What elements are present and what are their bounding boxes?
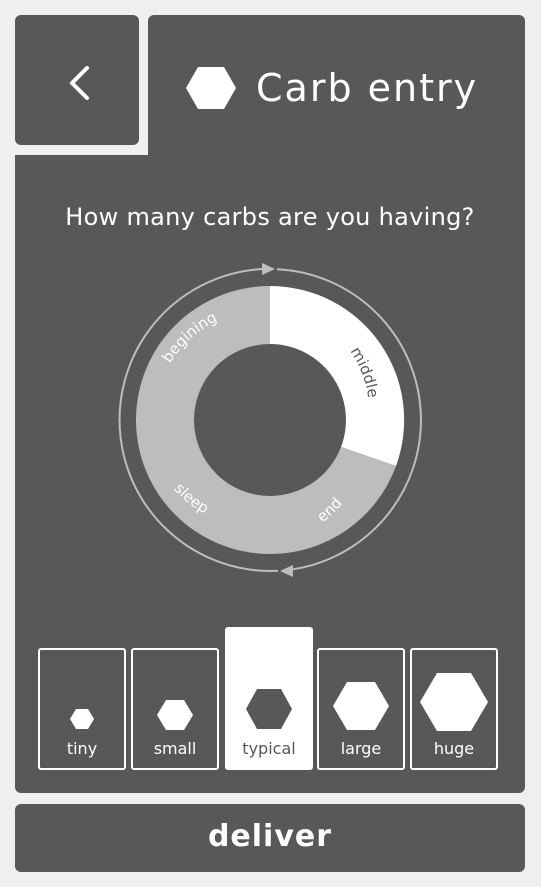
- hexagon-icon: [186, 67, 236, 109]
- size-button-small[interactable]: small: [131, 648, 219, 770]
- hexagon-icon: [420, 673, 488, 731]
- main-panel: How many carbs are you having? begining …: [15, 155, 525, 793]
- hexagon-icon: [246, 689, 292, 729]
- ring-arrow-bottom: [280, 565, 293, 577]
- hexagon-icon: [157, 700, 193, 730]
- size-label: typical: [242, 739, 296, 758]
- hexagon-icon: [333, 682, 389, 730]
- size-button-large[interactable]: large: [317, 648, 405, 770]
- size-button-typical[interactable]: typical: [225, 627, 313, 770]
- deliver-label: deliver: [207, 819, 333, 854]
- hexagon-icon: [70, 709, 94, 729]
- size-label: huge: [433, 739, 475, 758]
- segment-sleep[interactable]: [136, 420, 270, 554]
- size-label: tiny: [66, 739, 98, 758]
- size-selector: tiny small typical large huge: [15, 627, 525, 772]
- question-text: How many carbs are you having?: [65, 203, 475, 231]
- size-button-huge[interactable]: huge: [410, 648, 498, 770]
- meal-wheel: begining middle end sleep: [118, 263, 422, 577]
- deliver-button[interactable]: deliver: [15, 804, 525, 872]
- ring-arrow-top: [262, 263, 275, 275]
- back-button[interactable]: [15, 15, 139, 145]
- page-title: Carb entry: [256, 66, 479, 110]
- size-label: small: [153, 739, 197, 758]
- back-panel: [15, 15, 139, 145]
- header: Carb entry: [148, 15, 525, 155]
- size-button-tiny[interactable]: tiny: [38, 648, 126, 770]
- segment-begining[interactable]: [136, 286, 270, 420]
- size-label: large: [340, 739, 382, 758]
- chevron-left-icon: [70, 66, 89, 100]
- segment-middle[interactable]: [270, 285, 405, 466]
